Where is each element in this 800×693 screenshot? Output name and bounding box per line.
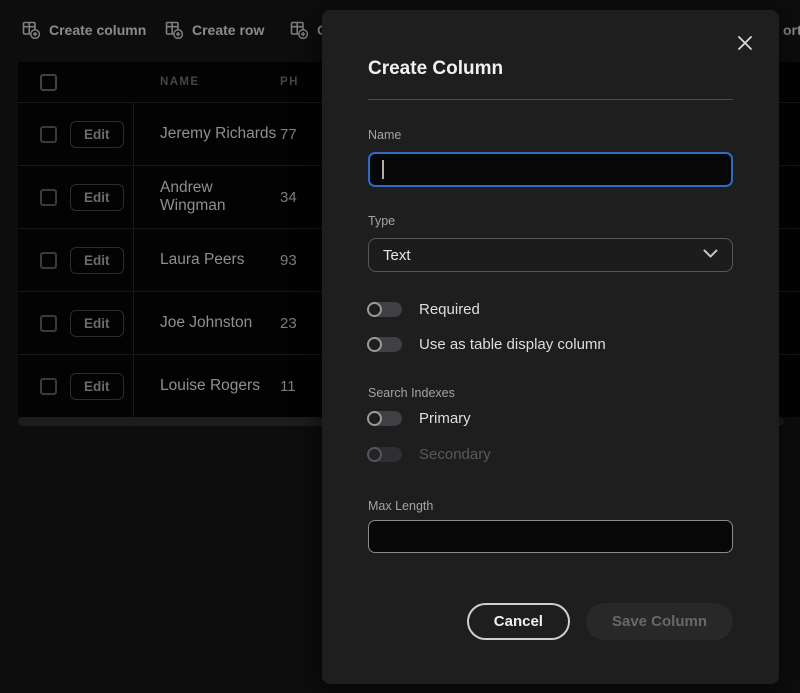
edit-button[interactable]: Edit [70,373,124,400]
chevron-down-icon [703,246,718,264]
edit-button[interactable]: Edit [70,121,124,148]
type-select[interactable]: Text [368,238,733,272]
secondary-index-toggle-row: Secondary [368,444,733,464]
name-field-label: Name [368,127,733,143]
create-row-label: Create row [192,22,264,38]
create-column-modal: Create Column Name Type Text Requir [322,10,779,684]
save-column-button: Save Column [586,603,733,640]
cell-phone: 77 [280,103,297,165]
display-column-toggle-label: Use as table display column [419,336,606,353]
grid-add-icon [165,21,183,39]
max-length-input[interactable] [368,520,733,553]
search-indexes-label: Search Indexes [368,385,733,401]
primary-index-toggle-label: Primary [419,410,471,427]
cell-phone: 34 [280,166,297,228]
edit-button[interactable]: Edit [70,247,124,274]
row-checkbox[interactable] [40,378,57,395]
cell-phone: 93 [280,229,297,291]
primary-index-toggle-row: Primary [368,408,733,428]
cell-name: Laura Peers [134,229,280,291]
name-input[interactable] [368,152,733,187]
row-checkbox[interactable] [40,189,57,206]
cell-name: Andrew Wingman [134,166,280,228]
cell-name: Jeremy Richards [134,103,280,165]
create-column-button[interactable]: Create column [22,14,146,46]
secondary-index-toggle [368,447,402,462]
cancel-button[interactable]: Cancel [467,603,570,640]
text-caret [382,160,384,179]
row-checkbox[interactable] [40,252,57,269]
row-checkbox[interactable] [40,315,57,332]
type-select-value: Text [383,247,411,264]
toolbar-right-item-truncated[interactable]: ort [783,14,800,46]
required-toggle-row: Required [368,299,733,319]
required-toggle[interactable] [368,302,402,317]
edit-button[interactable]: Edit [70,310,124,337]
cell-phone: 11 [280,355,296,417]
edit-button[interactable]: Edit [70,184,124,211]
close-button[interactable] [733,32,757,56]
grid-add-icon [22,21,40,39]
modal-title-divider [368,99,733,100]
grid-add-icon [290,21,308,39]
select-all-checkbox[interactable] [40,74,57,91]
secondary-index-toggle-label: Secondary [419,446,491,463]
column-header-name: NAME [160,76,199,88]
max-length-label: Max Length [368,498,733,514]
type-field-label: Type [368,213,733,229]
create-column-label: Create column [49,22,146,38]
cell-name: Joe Johnston [134,292,280,354]
create-row-button[interactable]: Create row [165,14,264,46]
column-header-phone: PH [280,76,299,88]
cell-phone: 23 [280,292,297,354]
cell-name: Louise Rogers [134,355,280,417]
row-checkbox[interactable] [40,126,57,143]
display-column-toggle[interactable] [368,337,402,352]
modal-title: Create Column [368,56,733,82]
required-toggle-label: Required [419,301,480,318]
primary-index-toggle[interactable] [368,411,402,426]
close-icon [737,35,753,54]
display-column-toggle-row: Use as table display column [368,334,733,354]
